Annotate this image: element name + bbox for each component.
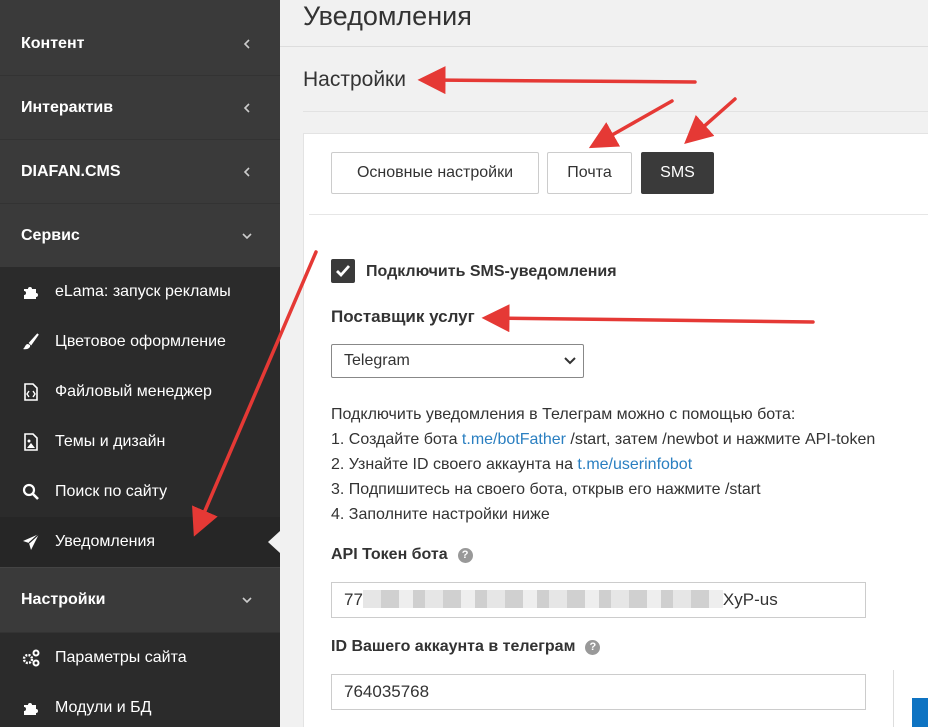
api-token-label: API Токен бота? <box>331 546 473 564</box>
userinfobot-link[interactable]: t.me/userinfobot <box>577 456 692 473</box>
sidebar-item-label: Цветовое оформление <box>55 333 226 350</box>
sidebar-item-notifications[interactable]: Уведомления <box>0 517 280 567</box>
sidebar-item-label: Файловый менеджер <box>55 383 212 400</box>
sidebar-group-label: Контент <box>21 35 85 52</box>
sidebar-group-label: DIAFAN.CMS <box>21 163 121 180</box>
redacted-token <box>362 590 723 608</box>
chevron-left-icon <box>243 167 250 177</box>
account-id-input[interactable]: 764035768 <box>331 674 866 710</box>
provider-label: Поставщик услуг <box>331 307 475 326</box>
gears-icon <box>22 649 40 667</box>
sidebar-item-file-manager[interactable]: Файловый менеджер <box>0 367 280 417</box>
annotation-arrow <box>417 66 697 95</box>
account-id-label: ID Вашего аккаунта в телеграм? <box>331 638 601 656</box>
sidebar-item-label: Модули и БД <box>55 699 152 716</box>
active-indicator <box>268 531 280 553</box>
sidebar-item-themes[interactable]: Темы и дизайн <box>0 417 280 467</box>
sidebar-group-interactive[interactable]: Интерактив <box>0 76 280 140</box>
tabs-divider <box>309 214 928 215</box>
sidebar-item-color-design[interactable]: Цветовое оформление <box>0 317 280 367</box>
instructions-step-3: 3. Подпишитесь на своего бота, открыв ег… <box>331 481 761 498</box>
checkmark-icon <box>336 265 351 278</box>
enable-sms-label[interactable]: Подключить SMS-уведомления <box>366 263 617 281</box>
sidebar-item-label: Уведомления <box>55 533 156 550</box>
provider-select[interactable]: Telegram <box>331 344 584 378</box>
brush-icon <box>23 333 39 350</box>
tab-mail[interactable]: Почта <box>547 152 632 194</box>
puzzle-icon <box>24 287 38 299</box>
sidebar-group-diafan[interactable]: DIAFAN.CMS <box>0 140 280 204</box>
title-divider <box>280 46 928 47</box>
api-token-input[interactable]: 77 XyP-us <box>331 582 866 618</box>
page-title: Уведомления <box>303 1 472 31</box>
sidebar-item-site-params[interactable]: Параметры сайта <box>0 633 280 683</box>
help-icon[interactable]: ? <box>457 548 473 563</box>
sidebar-item-site-search[interactable]: Поиск по сайту <box>0 467 280 517</box>
puzzle-icon <box>24 703 38 715</box>
sidebar-item-label: eLama: запуск рекламы <box>55 283 231 300</box>
section-divider <box>303 111 928 112</box>
chevron-down-icon <box>242 597 252 604</box>
sidebar-group-label: Интерактив <box>21 99 114 116</box>
section-title: Настройки <box>303 68 406 91</box>
instructions-step-4: 4. Заполните настройки ниже <box>331 506 550 523</box>
enable-sms-checkbox[interactable] <box>331 259 355 283</box>
telegram-instructions: Подключить уведомления в Телеграм можно … <box>331 402 875 527</box>
botfather-link[interactable]: t.me/botFather <box>462 431 566 448</box>
instructions-step-1: 1. Создайте бота t.me/botFather /start, … <box>331 431 876 448</box>
tab-sms[interactable]: SMS <box>641 152 714 194</box>
sidebar-group-service[interactable]: Сервис <box>0 204 280 268</box>
file-code-icon <box>24 383 38 401</box>
sidebar-item-modules-db[interactable]: Модули и БД <box>0 683 280 727</box>
help-icon[interactable]: ? <box>585 640 601 655</box>
paper-plane-icon <box>23 533 40 550</box>
instructions-intro: Подключить уведомления в Телеграм можно … <box>331 406 796 423</box>
search-icon <box>22 483 39 500</box>
sidebar-group-label: Настройки <box>21 591 106 608</box>
sidebar: Контент Интерактив DIAFAN.CMS Сервис eLa… <box>0 0 280 727</box>
provider-select-value: Telegram <box>344 352 410 369</box>
sidebar-item-label: Поиск по сайту <box>55 483 168 500</box>
panel-button[interactable] <box>912 698 928 727</box>
chevron-left-icon <box>243 39 250 49</box>
annotation-arrow <box>684 97 737 144</box>
chevron-down-icon <box>564 357 576 365</box>
side-panel <box>893 670 928 727</box>
sidebar-group-content[interactable]: Контент <box>0 12 280 76</box>
image-file-icon <box>24 433 38 451</box>
chevron-left-icon <box>243 103 250 113</box>
tab-main-settings[interactable]: Основные настройки <box>331 152 539 194</box>
sidebar-item-label: Темы и дизайн <box>55 433 166 450</box>
instructions-step-2: 2. Узнайте ID своего аккаунта на t.me/us… <box>331 456 693 473</box>
sidebar-group-label: Сервис <box>21 227 80 244</box>
sidebar-group-settings[interactable]: Настройки <box>0 567 280 633</box>
sidebar-item-label: Параметры сайта <box>55 649 187 666</box>
sidebar-item-elama[interactable]: eLama: запуск рекламы <box>0 267 280 317</box>
chevron-down-icon <box>242 233 252 240</box>
